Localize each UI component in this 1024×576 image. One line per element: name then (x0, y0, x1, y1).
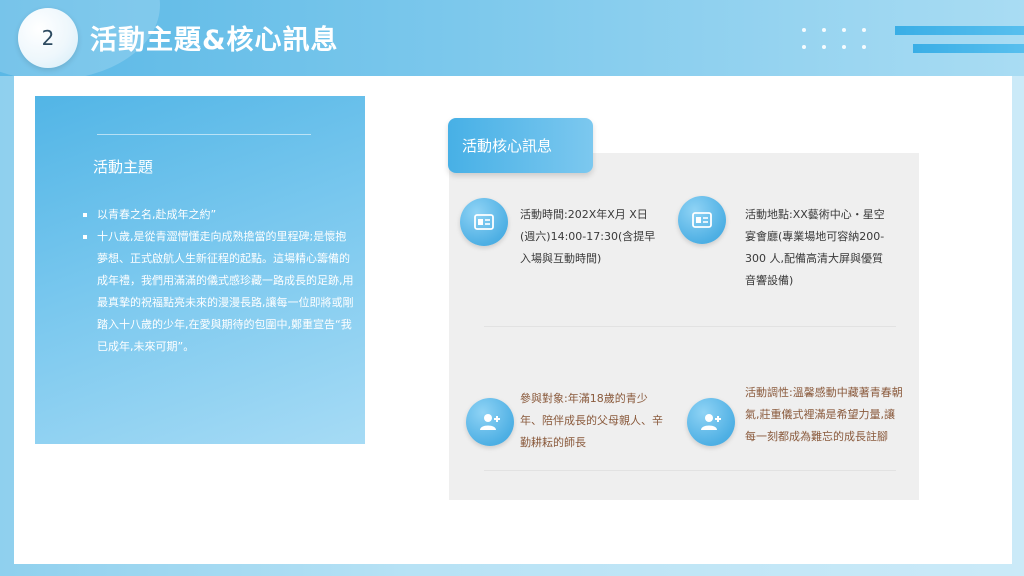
page-title: 活動主題&核心訊息 (90, 25, 339, 56)
page-number-badge: 2 (18, 8, 78, 68)
id-card-icon (460, 198, 508, 246)
theme-item: 十八歲,是從青澀懵懂走向成熟擔當的里程碑;是懷抱夢想、正式啟航人生新征程的起點。… (81, 226, 355, 358)
theme-item: 以青春之名,赴成年之約” (81, 204, 355, 226)
theme-heading: 活動主題 (93, 158, 154, 176)
info-venue: 活動地點:XX藝術中心・星空宴會廳(專業場地可容納200-300 人,配備高清大… (745, 208, 885, 287)
info-tone: 活動調性:溫馨感動中藏著青春朝氣,莊重儀式裡滿是希望力量,讓每一刻都成為難忘的成… (745, 386, 903, 443)
theme-divider (97, 134, 311, 135)
info-audience: 參與對象:年滿18歲的青少年、陪伴成長的父母親人、辛勤耕耘的師長 (520, 392, 663, 449)
info-divider (484, 326, 896, 327)
core-info-tab: 活動核心訊息 (448, 118, 593, 173)
info-divider (484, 470, 896, 471)
add-user-icon (687, 398, 735, 446)
theme-list: 以青春之名,赴成年之約” 十八歲,是從青澀懵懂走向成熟擔當的里程碑;是懷抱夢想、… (81, 204, 355, 358)
info-time: 活動時間:202X年X月 X日(週六)14:00-17:30(含提早入場與互動時… (520, 208, 656, 265)
header-band: 2 活動主題&核心訊息 (0, 0, 1024, 76)
id-card-icon (678, 196, 726, 244)
add-user-icon (466, 398, 514, 446)
stripe-decoration (895, 26, 1024, 35)
stripe-decoration (913, 44, 1024, 53)
theme-card: 活動主題 以青春之名,赴成年之約” 十八歲,是從青澀懵懂走向成熟擔當的里程碑;是… (35, 96, 365, 444)
dot-grid-decoration (802, 28, 872, 54)
